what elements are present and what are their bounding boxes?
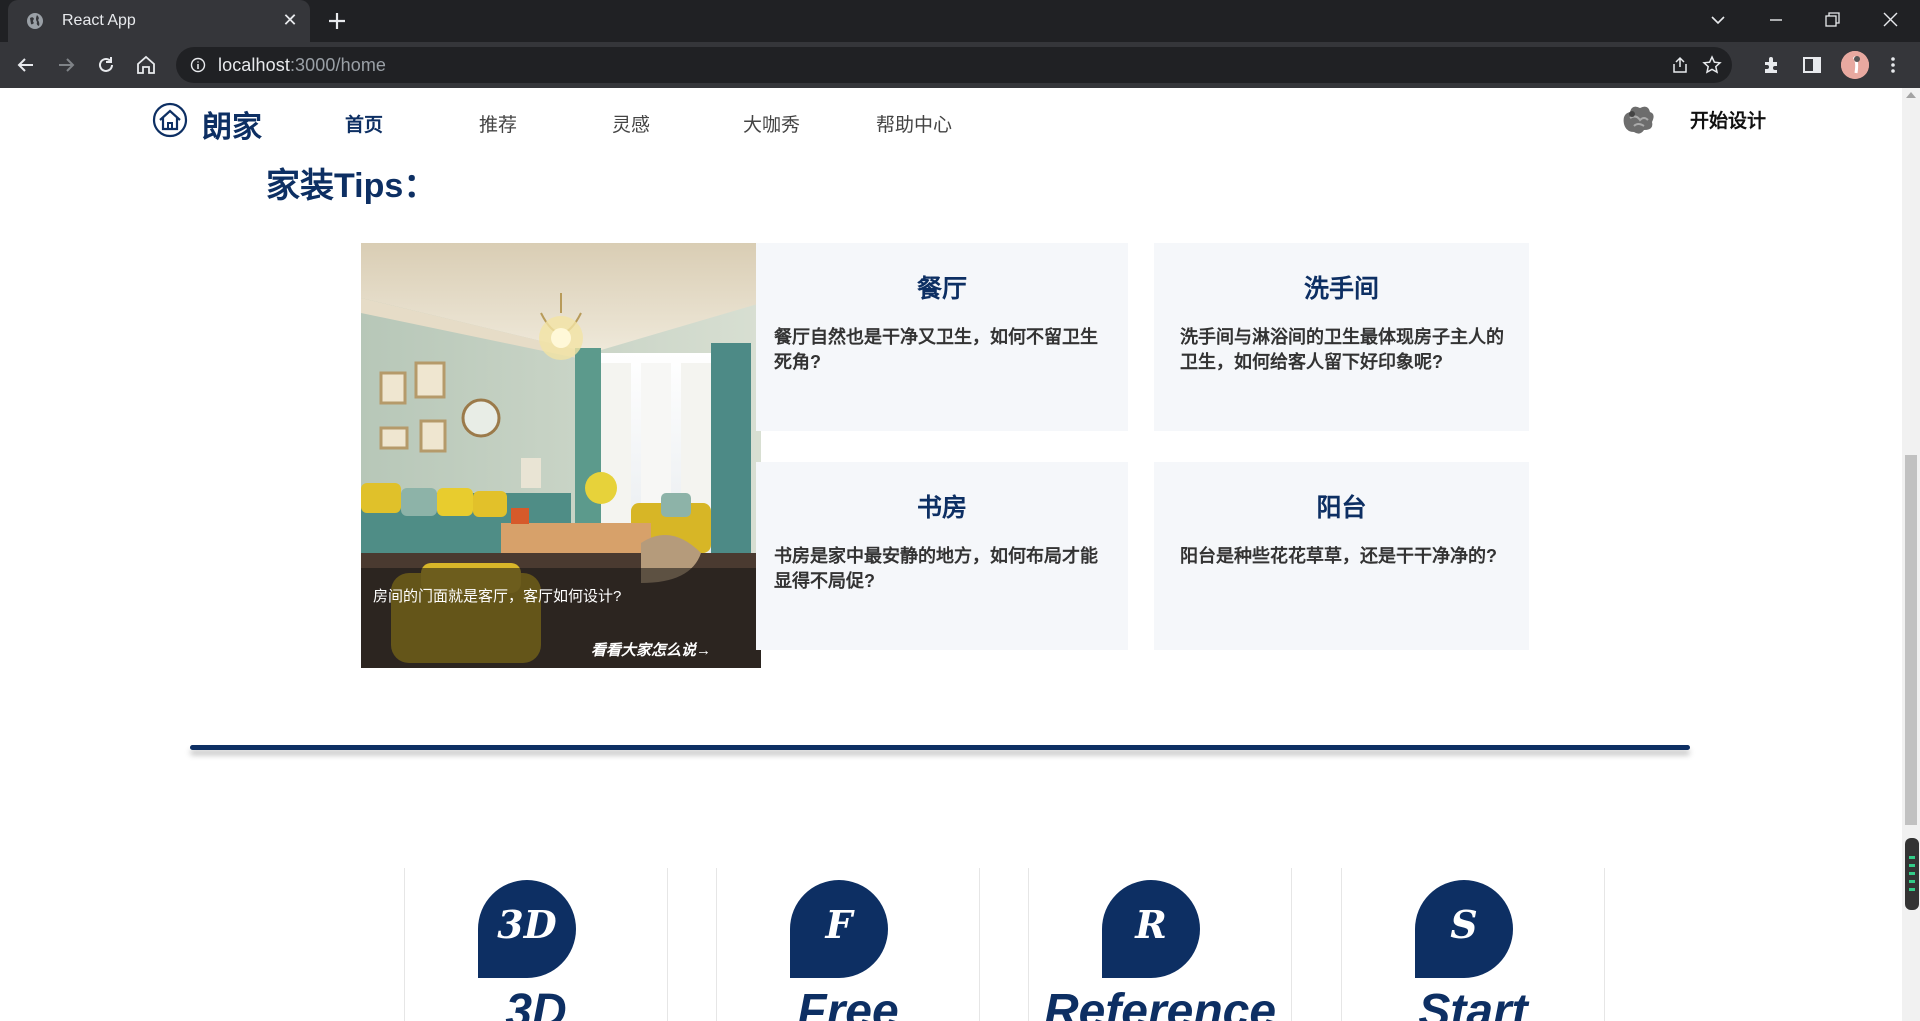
nav-item-inspiration[interactable]: 灵感	[612, 110, 650, 137]
side-widget[interactable]	[1905, 838, 1919, 910]
feature-reference[interactable]: R Reference	[1028, 868, 1292, 1021]
feature-start[interactable]: S Start	[1341, 868, 1605, 1021]
nav-item-recommend[interactable]: 推荐	[479, 110, 517, 137]
tip-title: 书房	[916, 494, 967, 522]
nav-item-home[interactable]: 首页	[345, 110, 383, 137]
tab-title: React App	[62, 12, 136, 29]
feature-name: Start	[1418, 985, 1528, 1021]
tip-title: 餐厅	[916, 275, 967, 303]
tip-description: 阳台是种些花花草草，还是干干净净的?	[1180, 546, 1497, 566]
minimize-icon[interactable]	[1762, 8, 1790, 32]
new-tab-icon[interactable]	[325, 9, 349, 33]
back-arrow-icon[interactable]	[14, 53, 38, 77]
feature-image-card[interactable]: 房间的门面就是客厅，客厅如何设计? 看看大家怎么说→	[361, 243, 761, 668]
share-icon[interactable]	[1670, 55, 1690, 75]
feature-read-more-link[interactable]: 看看大家怎么说→	[591, 639, 711, 660]
restore-icon[interactable]	[1818, 8, 1846, 32]
globe-icon	[27, 13, 43, 29]
section-title: 家装Tips：	[266, 167, 438, 205]
3d-badge-icon: 3D	[478, 880, 576, 978]
side-panel-icon[interactable]	[1801, 54, 1823, 76]
scrollbar-thumb[interactable]	[1905, 455, 1917, 825]
logo-text[interactable]: 朗家	[202, 102, 262, 146]
browser-toolbar: localhost:3000/home	[0, 42, 1920, 88]
tip-title: 阳台	[1316, 494, 1367, 522]
tip-card-dining[interactable]: 餐厅 餐厅自然也是干净又卫生，如何不留卫生死角?	[756, 243, 1128, 431]
reload-icon[interactable]	[94, 53, 118, 77]
start-design-button[interactable]: 开始设计	[1690, 106, 1766, 133]
feature-3d[interactable]: 3D 3D	[404, 868, 668, 1021]
house-logo-icon[interactable]	[152, 102, 188, 138]
tab-search-chevron-icon[interactable]	[1704, 8, 1732, 32]
browser-tab[interactable]: React App ✕	[8, 0, 310, 42]
url-text[interactable]: localhost:3000/home	[218, 55, 386, 76]
page-viewport: 朗家 首页 推荐 灵感 大咖秀 帮助中心 开始设计 家装Tips： 房间的门面就…	[0, 88, 1902, 1021]
r-badge-icon: R	[1102, 880, 1200, 978]
close-tab-icon[interactable]: ✕	[280, 10, 300, 30]
feature-caption: 房间的门面就是客厅，客厅如何设计?	[373, 588, 622, 605]
feature-name: 3D	[505, 985, 567, 1021]
tip-card-balcony[interactable]: 阳台 阳台是种些花花草草，还是干干净净的?	[1154, 462, 1529, 650]
section-divider	[190, 745, 1690, 750]
tip-description: 书房是家中最安静的地方，如何布局才能显得不局促?	[774, 546, 1098, 591]
tip-card-bathroom[interactable]: 洗手间 洗手间与淋浴间的卫生最体现房子主人的卫生，如何给客人留下好印象呢?	[1154, 243, 1529, 431]
tip-description: 洗手间与淋浴间的卫生最体现房子主人的卫生，如何给客人留下好印象呢?	[1180, 327, 1504, 372]
feature-name: Reference	[1043, 985, 1277, 1021]
browser-chrome: React App ✕ localhost:3000/home	[0, 0, 1920, 88]
extensions-puzzle-icon[interactable]	[1761, 54, 1783, 76]
s-badge-icon: S	[1415, 880, 1513, 978]
menu-kebab-icon[interactable]	[1882, 54, 1904, 76]
nav-item-help[interactable]: 帮助中心	[876, 110, 952, 137]
home-icon[interactable]	[134, 53, 158, 77]
close-window-icon[interactable]	[1876, 8, 1904, 32]
info-icon[interactable]	[190, 57, 206, 73]
profile-figure-icon	[1841, 51, 1869, 79]
tip-description: 餐厅自然也是干净又卫生，如何不留卫生死角?	[774, 327, 1098, 372]
tip-card-study[interactable]: 书房 书房是家中最安静的地方，如何布局才能显得不局促?	[756, 462, 1128, 650]
tab-strip: React App ✕	[0, 0, 1920, 42]
user-avatar[interactable]	[1618, 100, 1658, 140]
tip-title: 洗手间	[1303, 275, 1379, 303]
feature-free[interactable]: F Free	[716, 868, 980, 1021]
site-header: 朗家 首页 推荐 灵感 大咖秀 帮助中心 开始设计	[0, 88, 1902, 148]
address-bar[interactable]: localhost:3000/home	[176, 47, 1732, 83]
profile-avatar[interactable]	[1841, 51, 1869, 79]
nav-item-showcase[interactable]: 大咖秀	[743, 110, 800, 137]
bookmark-star-icon[interactable]	[1702, 55, 1722, 75]
feature-name: Free	[797, 985, 899, 1021]
forward-arrow-icon[interactable]	[54, 53, 78, 77]
f-badge-icon: F	[790, 880, 888, 978]
scroll-up-arrow-icon[interactable]	[1906, 92, 1916, 98]
